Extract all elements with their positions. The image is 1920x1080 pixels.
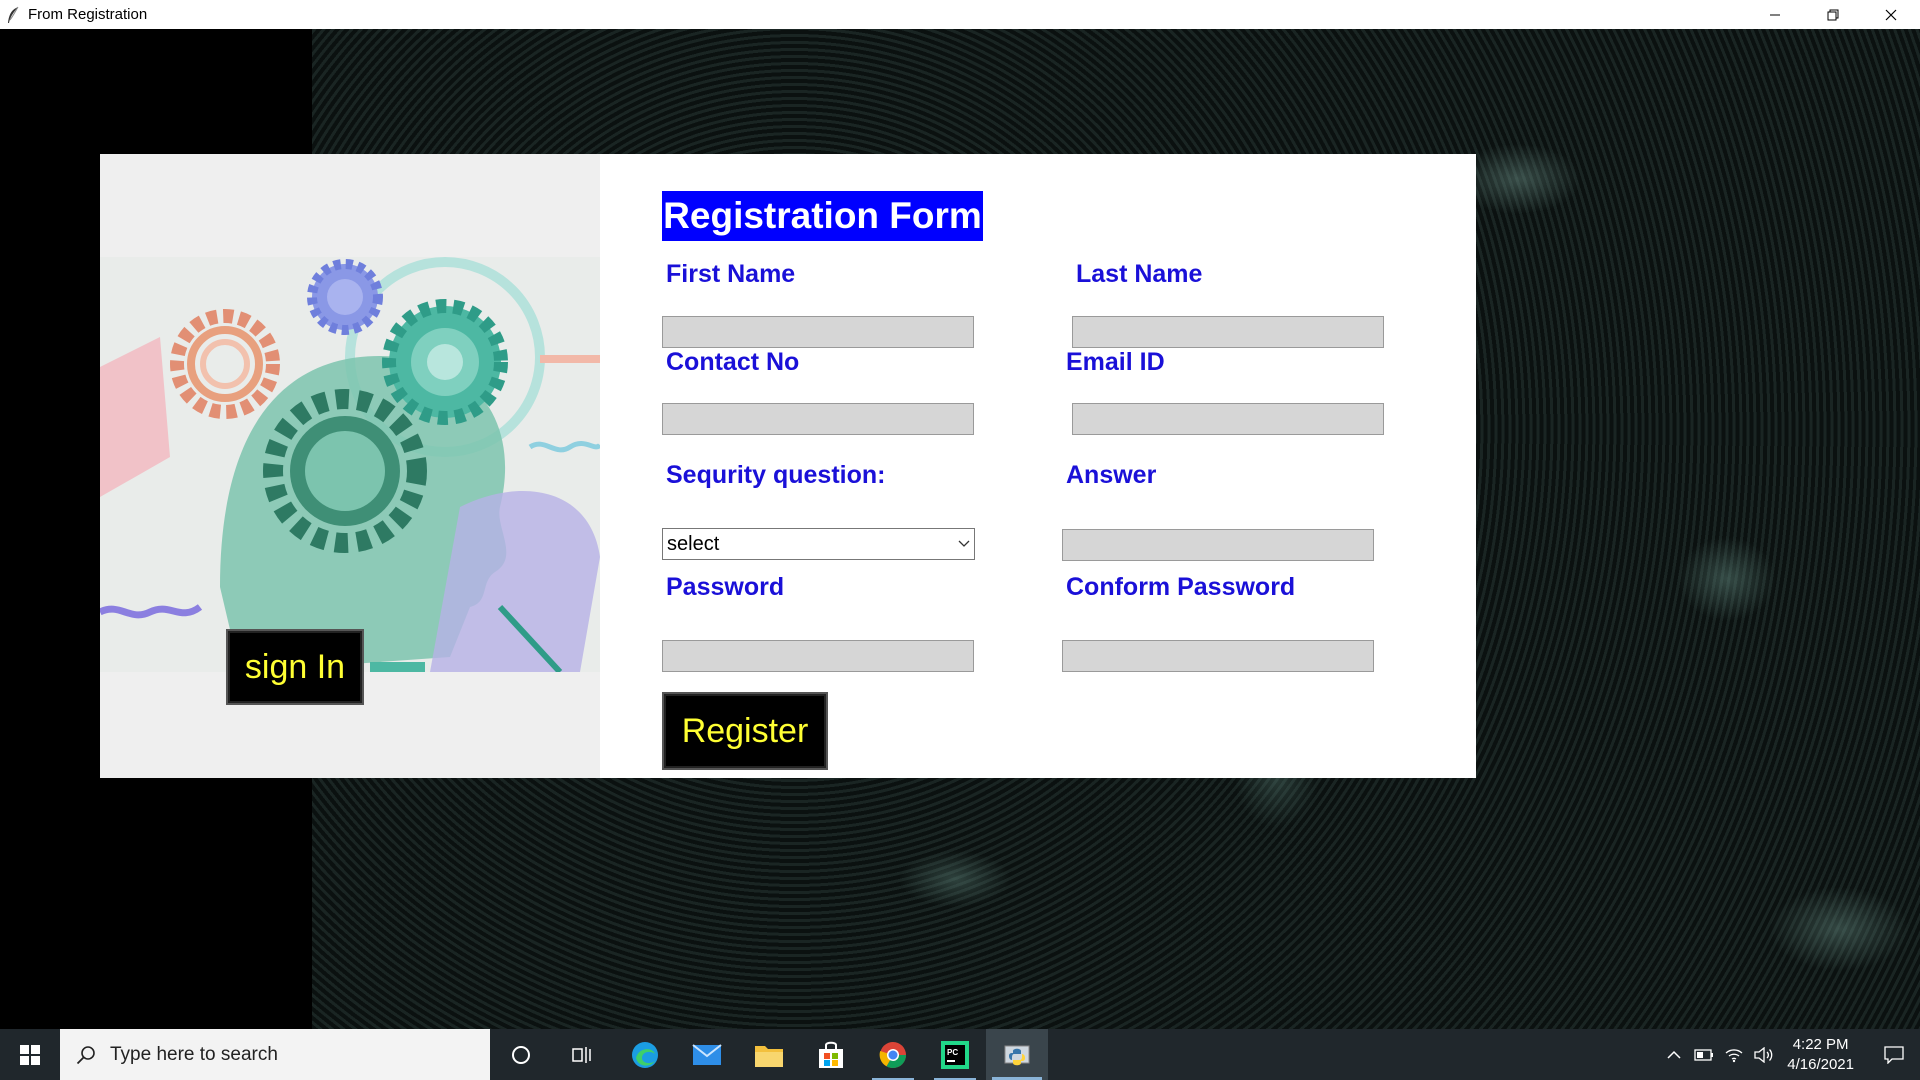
wifi-icon <box>1725 1048 1743 1062</box>
windows-icon <box>20 1044 40 1065</box>
password-field[interactable] <box>662 640 974 672</box>
start-button[interactable] <box>0 1029 60 1080</box>
security-question-select[interactable]: select <box>662 528 975 560</box>
window-titlebar: From Registration <box>0 0 1920 29</box>
taskbar: Type here to search PC 4:22 PM 4/16/2021 <box>0 1029 1920 1080</box>
pycharm-button[interactable]: PC <box>924 1029 986 1080</box>
window-controls <box>1746 0 1920 29</box>
store-button[interactable] <box>800 1029 862 1080</box>
last-name-field[interactable] <box>1072 316 1384 348</box>
email-field[interactable] <box>1072 403 1384 435</box>
volume-icon <box>1754 1046 1773 1063</box>
contact-field[interactable] <box>662 403 974 435</box>
left-panel: sign In <box>100 154 600 778</box>
restore-button[interactable] <box>1804 0 1862 29</box>
chevron-down-icon <box>958 540 970 547</box>
edge-icon <box>632 1041 658 1068</box>
registration-card: sign In Registration Form First Name Las… <box>100 154 1476 778</box>
search-placeholder: Type here to search <box>110 1043 278 1065</box>
python-icon <box>1004 1045 1030 1065</box>
confirm-password-field[interactable] <box>1062 640 1374 672</box>
head-gears-illustration <box>100 257 600 672</box>
store-icon <box>819 1041 843 1068</box>
cortana-icon <box>512 1045 530 1064</box>
register-button[interactable]: Register <box>662 692 828 770</box>
answer-field[interactable] <box>1062 529 1374 561</box>
file-explorer-button[interactable] <box>738 1029 800 1080</box>
close-button[interactable] <box>1862 0 1920 29</box>
chrome-icon <box>879 1041 907 1068</box>
task-view-button[interactable] <box>552 1029 614 1080</box>
last-name-label: Last Name <box>1076 260 1203 288</box>
file-explorer-icon <box>755 1045 783 1067</box>
form-title: Registration Form <box>662 191 983 241</box>
minimize-button[interactable] <box>1746 0 1804 29</box>
confirm-password-label: Conform Password <box>1066 573 1296 601</box>
notifications-button[interactable] <box>1868 1029 1920 1080</box>
restore-icon <box>1827 9 1839 20</box>
battery-button[interactable] <box>1689 1029 1719 1080</box>
security-question-label: Sequrity question: <box>666 461 886 489</box>
pycharm-icon: PC <box>941 1040 969 1069</box>
mail-icon <box>692 1043 722 1065</box>
clock[interactable]: 4:22 PM 4/16/2021 <box>1787 1035 1854 1075</box>
chevron-up-icon <box>1667 1050 1681 1059</box>
feather-icon <box>8 6 19 23</box>
contact-label: Contact No <box>666 348 800 376</box>
password-label: Password <box>666 573 785 601</box>
network-button[interactable] <box>1719 1029 1749 1080</box>
first-name-label: First Name <box>666 260 796 288</box>
notification-icon <box>1884 1045 1904 1064</box>
window-title: From Registration <box>28 6 148 23</box>
volume-button[interactable] <box>1749 1029 1779 1080</box>
minimize-icon <box>1770 14 1780 15</box>
search-icon <box>76 1045 95 1064</box>
svg-text:PC: PC <box>947 1048 958 1057</box>
mail-button[interactable] <box>676 1029 738 1080</box>
show-hidden-icons-button[interactable] <box>1659 1029 1689 1080</box>
answer-label: Answer <box>1066 461 1157 489</box>
clock-date: 4/16/2021 <box>1787 1055 1854 1073</box>
python-button[interactable] <box>986 1029 1048 1080</box>
taskbar-search[interactable]: Type here to search <box>60 1029 490 1080</box>
system-tray: 4:22 PM 4/16/2021 <box>1659 1029 1920 1080</box>
first-name-field[interactable] <box>662 316 974 348</box>
battery-icon <box>1694 1048 1714 1061</box>
sign-in-button[interactable]: sign In <box>226 629 364 705</box>
cortana-button[interactable] <box>490 1029 552 1080</box>
edge-button[interactable] <box>614 1029 676 1080</box>
chrome-button[interactable] <box>862 1029 924 1080</box>
clock-time: 4:22 PM <box>1792 1035 1849 1053</box>
task-view-icon <box>572 1046 591 1063</box>
email-label: Email ID <box>1066 348 1165 376</box>
security-question-value: select <box>667 532 720 555</box>
close-icon <box>1885 9 1897 20</box>
